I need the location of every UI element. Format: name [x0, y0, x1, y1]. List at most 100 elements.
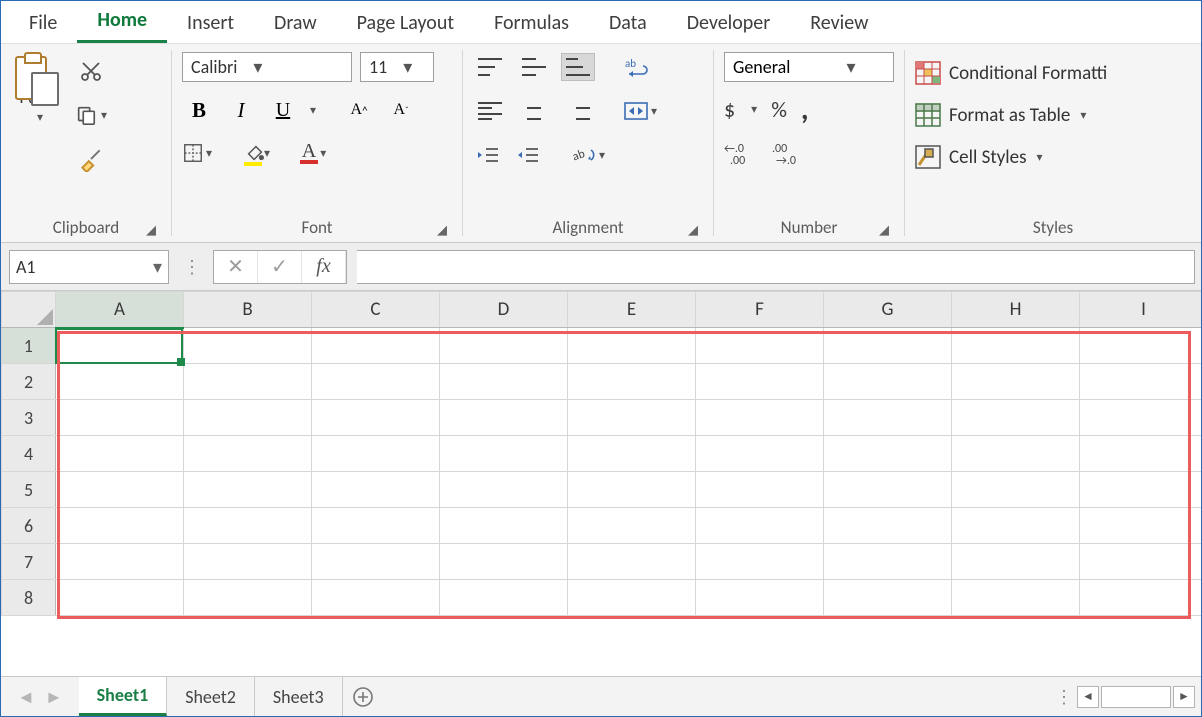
cell-E4[interactable] — [568, 436, 696, 472]
cell-A5[interactable] — [56, 472, 184, 508]
col-header-F[interactable]: F — [696, 292, 824, 328]
name-box-resize[interactable]: ⋮ — [179, 256, 203, 278]
spreadsheet-grid[interactable]: A B C D E F G H I 12345678 — [1, 291, 1201, 661]
cell-A2[interactable] — [56, 364, 184, 400]
cell-G8[interactable] — [824, 580, 952, 616]
increase-font-button[interactable]: A^ — [342, 94, 376, 126]
increase-indent-button[interactable] — [513, 140, 543, 170]
cell-D5[interactable] — [440, 472, 568, 508]
cell-A4[interactable] — [56, 436, 184, 472]
paste-icon[interactable] — [15, 54, 63, 84]
orientation-button[interactable]: ab ▾ — [573, 140, 605, 170]
borders-button[interactable]: ▾ — [182, 138, 212, 168]
bold-button[interactable]: B — [182, 94, 216, 126]
font-dialog-launcher[interactable]: ◢ — [434, 222, 450, 238]
name-box[interactable]: A1▾ — [9, 250, 169, 284]
format-as-table-button[interactable]: Format as Table▾ — [915, 98, 1191, 132]
cell-F4[interactable] — [696, 436, 824, 472]
col-header-D[interactable]: D — [440, 292, 568, 328]
cell-F3[interactable] — [696, 400, 824, 436]
tab-file[interactable]: File — [9, 6, 77, 43]
percent-button[interactable]: % — [771, 96, 787, 123]
align-center-button[interactable] — [517, 97, 551, 125]
font-color-button[interactable]: A ▾ — [298, 138, 328, 168]
alignment-dialog-launcher[interactable]: ◢ — [685, 222, 701, 238]
cell-F1[interactable] — [696, 328, 824, 364]
cell-D2[interactable] — [440, 364, 568, 400]
decrease-font-button[interactable]: Aˇ — [384, 94, 418, 126]
cell-F5[interactable] — [696, 472, 824, 508]
underline-dropdown[interactable]: ▾ — [310, 103, 316, 118]
clipboard-dialog-launcher[interactable]: ◢ — [143, 222, 159, 238]
comma-button[interactable]: , — [801, 106, 809, 114]
cell-C5[interactable] — [312, 472, 440, 508]
cell-H1[interactable] — [952, 328, 1080, 364]
cell-G6[interactable] — [824, 508, 952, 544]
decrease-indent-button[interactable] — [473, 140, 503, 170]
tab-review[interactable]: Review — [790, 6, 888, 43]
align-middle-button[interactable] — [517, 53, 551, 81]
cell-I3[interactable] — [1080, 400, 1202, 436]
cell-C6[interactable] — [312, 508, 440, 544]
cell-C2[interactable] — [312, 364, 440, 400]
cell-C7[interactable] — [312, 544, 440, 580]
align-right-button[interactable] — [561, 97, 595, 125]
number-format-combo[interactable]: General▾ — [724, 52, 894, 82]
tab-developer[interactable]: Developer — [667, 6, 791, 43]
cell-A3[interactable] — [56, 400, 184, 436]
horizontal-scrollbar[interactable]: ⋮ ◄ ► — [1051, 686, 1201, 708]
tab-formulas[interactable]: Formulas — [474, 6, 589, 43]
cell-E1[interactable] — [568, 328, 696, 364]
cell-A6[interactable] — [56, 508, 184, 544]
cell-I6[interactable] — [1080, 508, 1202, 544]
row-header-5[interactable]: 5 — [2, 472, 56, 508]
row-header-7[interactable]: 7 — [2, 544, 56, 580]
cell-F2[interactable] — [696, 364, 824, 400]
underline-button[interactable]: U — [266, 94, 300, 126]
scroll-split-handle[interactable]: ⋮ — [1051, 686, 1075, 708]
cut-button[interactable] — [75, 56, 107, 86]
cell-H5[interactable] — [952, 472, 1080, 508]
col-header-I[interactable]: I — [1080, 292, 1202, 328]
font-size-combo[interactable]: 11▾ — [360, 52, 434, 82]
cell-H2[interactable] — [952, 364, 1080, 400]
align-top-button[interactable] — [473, 53, 507, 81]
cell-H7[interactable] — [952, 544, 1080, 580]
cell-B6[interactable] — [184, 508, 312, 544]
formula-input[interactable] — [357, 250, 1195, 284]
col-header-B[interactable]: B — [184, 292, 312, 328]
number-dialog-launcher[interactable]: ◢ — [876, 222, 892, 238]
cell-H4[interactable] — [952, 436, 1080, 472]
fill-color-button[interactable]: ▾ — [242, 138, 272, 168]
cell-D8[interactable] — [440, 580, 568, 616]
cancel-formula-button[interactable]: ✕ — [214, 251, 258, 283]
format-painter-button[interactable] — [75, 144, 107, 174]
cell-I4[interactable] — [1080, 436, 1202, 472]
cell-D1[interactable] — [440, 328, 568, 364]
increase-decimal-button[interactable]: ←.0.00 — [724, 137, 754, 167]
cell-E7[interactable] — [568, 544, 696, 580]
sheet-tab-3[interactable]: Sheet3 — [255, 677, 343, 716]
row-header-8[interactable]: 8 — [2, 580, 56, 616]
select-all-corner[interactable] — [2, 292, 56, 328]
merge-center-button[interactable]: ▾ — [623, 96, 657, 126]
cell-A8[interactable] — [56, 580, 184, 616]
cell-I7[interactable] — [1080, 544, 1202, 580]
cell-A1[interactable] — [56, 328, 184, 364]
currency-button[interactable]: $ — [724, 96, 735, 123]
cell-G4[interactable] — [824, 436, 952, 472]
cell-G1[interactable] — [824, 328, 952, 364]
italic-button[interactable]: I — [224, 94, 258, 126]
cell-C4[interactable] — [312, 436, 440, 472]
scroll-right-button[interactable]: ► — [1173, 686, 1195, 708]
cell-G2[interactable] — [824, 364, 952, 400]
cell-B7[interactable] — [184, 544, 312, 580]
cell-H6[interactable] — [952, 508, 1080, 544]
add-sheet-button[interactable] — [343, 677, 383, 716]
cell-I2[interactable] — [1080, 364, 1202, 400]
tab-page-layout[interactable]: Page Layout — [337, 6, 474, 43]
scroll-track[interactable] — [1101, 686, 1171, 708]
cell-I8[interactable] — [1080, 580, 1202, 616]
cell-B5[interactable] — [184, 472, 312, 508]
sheet-tab-2[interactable]: Sheet2 — [167, 677, 255, 716]
